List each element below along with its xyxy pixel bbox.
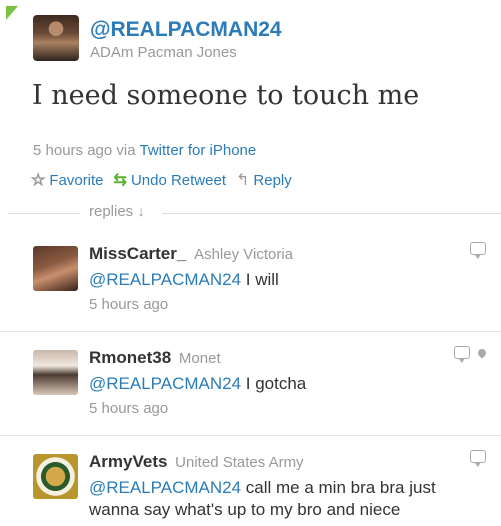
reply-avatar[interactable] — [33, 246, 78, 291]
reply-text: @REALPACMAN24 call me a min bra bra just… — [89, 477, 489, 521]
reply-username[interactable]: MissCarter_ — [89, 244, 186, 263]
reply-header: Rmonet38 Monet — [89, 348, 221, 368]
reply-header: MissCarter_ Ashley Victoria — [89, 244, 293, 264]
client-link[interactable]: Twitter for iPhone — [140, 142, 257, 159]
author-avatar[interactable] — [33, 15, 79, 61]
favorite-label: Favorite — [49, 172, 104, 189]
reply-mention[interactable]: @REALPACMAN24 — [89, 374, 241, 393]
reply-icons — [462, 242, 486, 259]
undo-retweet-label: Undo Retweet — [130, 172, 226, 189]
replies-toggle[interactable]: replies ↓ — [89, 203, 145, 220]
reply-text: @REALPACMAN24 I gotcha — [89, 373, 489, 395]
reply-mention[interactable]: @REALPACMAN24 — [89, 478, 241, 497]
undo-retweet-button[interactable]: ⇆ Undo Retweet — [114, 172, 226, 189]
reply-avatar[interactable] — [33, 350, 78, 395]
reply-display-name: Monet — [178, 350, 221, 367]
reply-bubble-icon[interactable] — [470, 242, 486, 259]
author-handle[interactable]: @REALPACMAN24 — [90, 18, 282, 42]
divider-line-right — [162, 213, 501, 214]
reply-text: @REALPACMAN24 I will — [89, 269, 489, 291]
reply-list: MissCarter_ Ashley Victoria @REALPACMAN2… — [0, 228, 501, 526]
reply-timestamp[interactable]: 5 hours ago — [89, 400, 168, 417]
reply-header: ArmyVets United States Army — [89, 452, 304, 472]
divider-line-left — [8, 213, 80, 214]
via-label: via — [116, 142, 136, 159]
tweet-timestamp[interactable]: 5 hours ago — [33, 142, 112, 159]
reply-button[interactable]: ↰ Reply — [236, 172, 292, 189]
reply-icons — [446, 346, 488, 363]
author-name: ADAm Pacman Jones — [90, 44, 237, 61]
reply-bubble-icon[interactable] — [470, 450, 486, 467]
reply-body: I will — [241, 270, 279, 289]
reply-mention[interactable]: @REALPACMAN24 — [89, 270, 241, 289]
corner-flag-icon — [6, 6, 18, 20]
reply-item[interactable]: ArmyVets United States Army @REALPACMAN2… — [0, 436, 501, 526]
retweet-icon: ⇆ — [113, 171, 127, 189]
reply-username[interactable]: ArmyVets — [89, 452, 167, 471]
favorite-button[interactable]: ☆ Favorite — [30, 171, 104, 190]
reply-display-name: United States Army — [175, 454, 304, 471]
tweet-actions: ☆ Favorite ⇆ Undo Retweet ↰ Reply — [30, 171, 302, 190]
tweet-text: I need someone to touch me — [32, 80, 420, 111]
tweet-meta: 5 hours ago via Twitter for iPhone — [33, 142, 256, 159]
reply-item[interactable]: Rmonet38 Monet @REALPACMAN24 I gotcha 5 … — [0, 332, 501, 436]
reply-display-name: Ashley Victoria — [194, 246, 293, 263]
reply-body: I gotcha — [241, 374, 307, 393]
replies-divider: replies ↓ — [0, 203, 501, 223]
reply-label: Reply — [253, 172, 292, 189]
location-pin-icon[interactable] — [476, 346, 488, 359]
reply-bubble-icon[interactable] — [454, 346, 470, 363]
reply-avatar[interactable] — [33, 454, 78, 499]
reply-item[interactable]: MissCarter_ Ashley Victoria @REALPACMAN2… — [0, 228, 501, 332]
reply-icons — [462, 450, 486, 467]
reply-username[interactable]: Rmonet38 — [89, 348, 171, 367]
reply-arrow-icon: ↰ — [236, 171, 250, 189]
star-icon: ☆ — [30, 171, 46, 189]
reply-timestamp[interactable]: 5 hours ago — [89, 296, 168, 313]
